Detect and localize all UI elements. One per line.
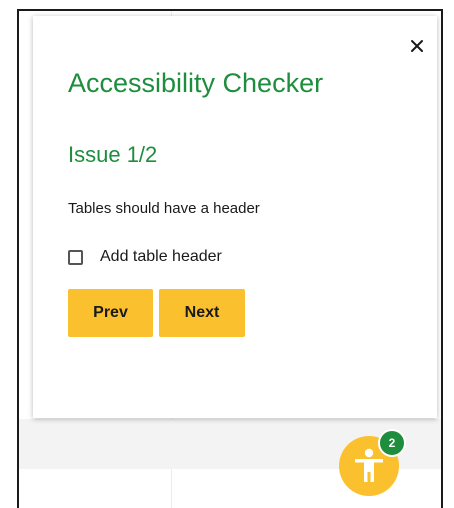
issue-count-badge: 2 [378, 429, 406, 457]
add-table-header-checkbox[interactable] [68, 249, 83, 265]
close-icon-glyph [411, 40, 423, 52]
add-table-header-option[interactable]: Add table header [68, 248, 222, 266]
panel-title: Accessibility Checker [68, 68, 324, 98]
app-frame: Accessibility Checker Issue 1/2 Tables s… [17, 9, 443, 508]
accessibility-launcher-button[interactable]: 2 [339, 429, 406, 496]
close-icon[interactable] [407, 36, 427, 56]
issue-description: Tables should have a header [68, 200, 260, 217]
prev-button[interactable]: Prev [68, 289, 153, 337]
accessibility-checker-panel: Accessibility Checker Issue 1/2 Tables s… [33, 16, 437, 418]
accessibility-person-icon [355, 448, 383, 482]
add-table-header-label: Add table header [100, 248, 222, 265]
issue-counter-heading: Issue 1/2 [68, 142, 158, 167]
next-button[interactable]: Next [159, 289, 245, 337]
